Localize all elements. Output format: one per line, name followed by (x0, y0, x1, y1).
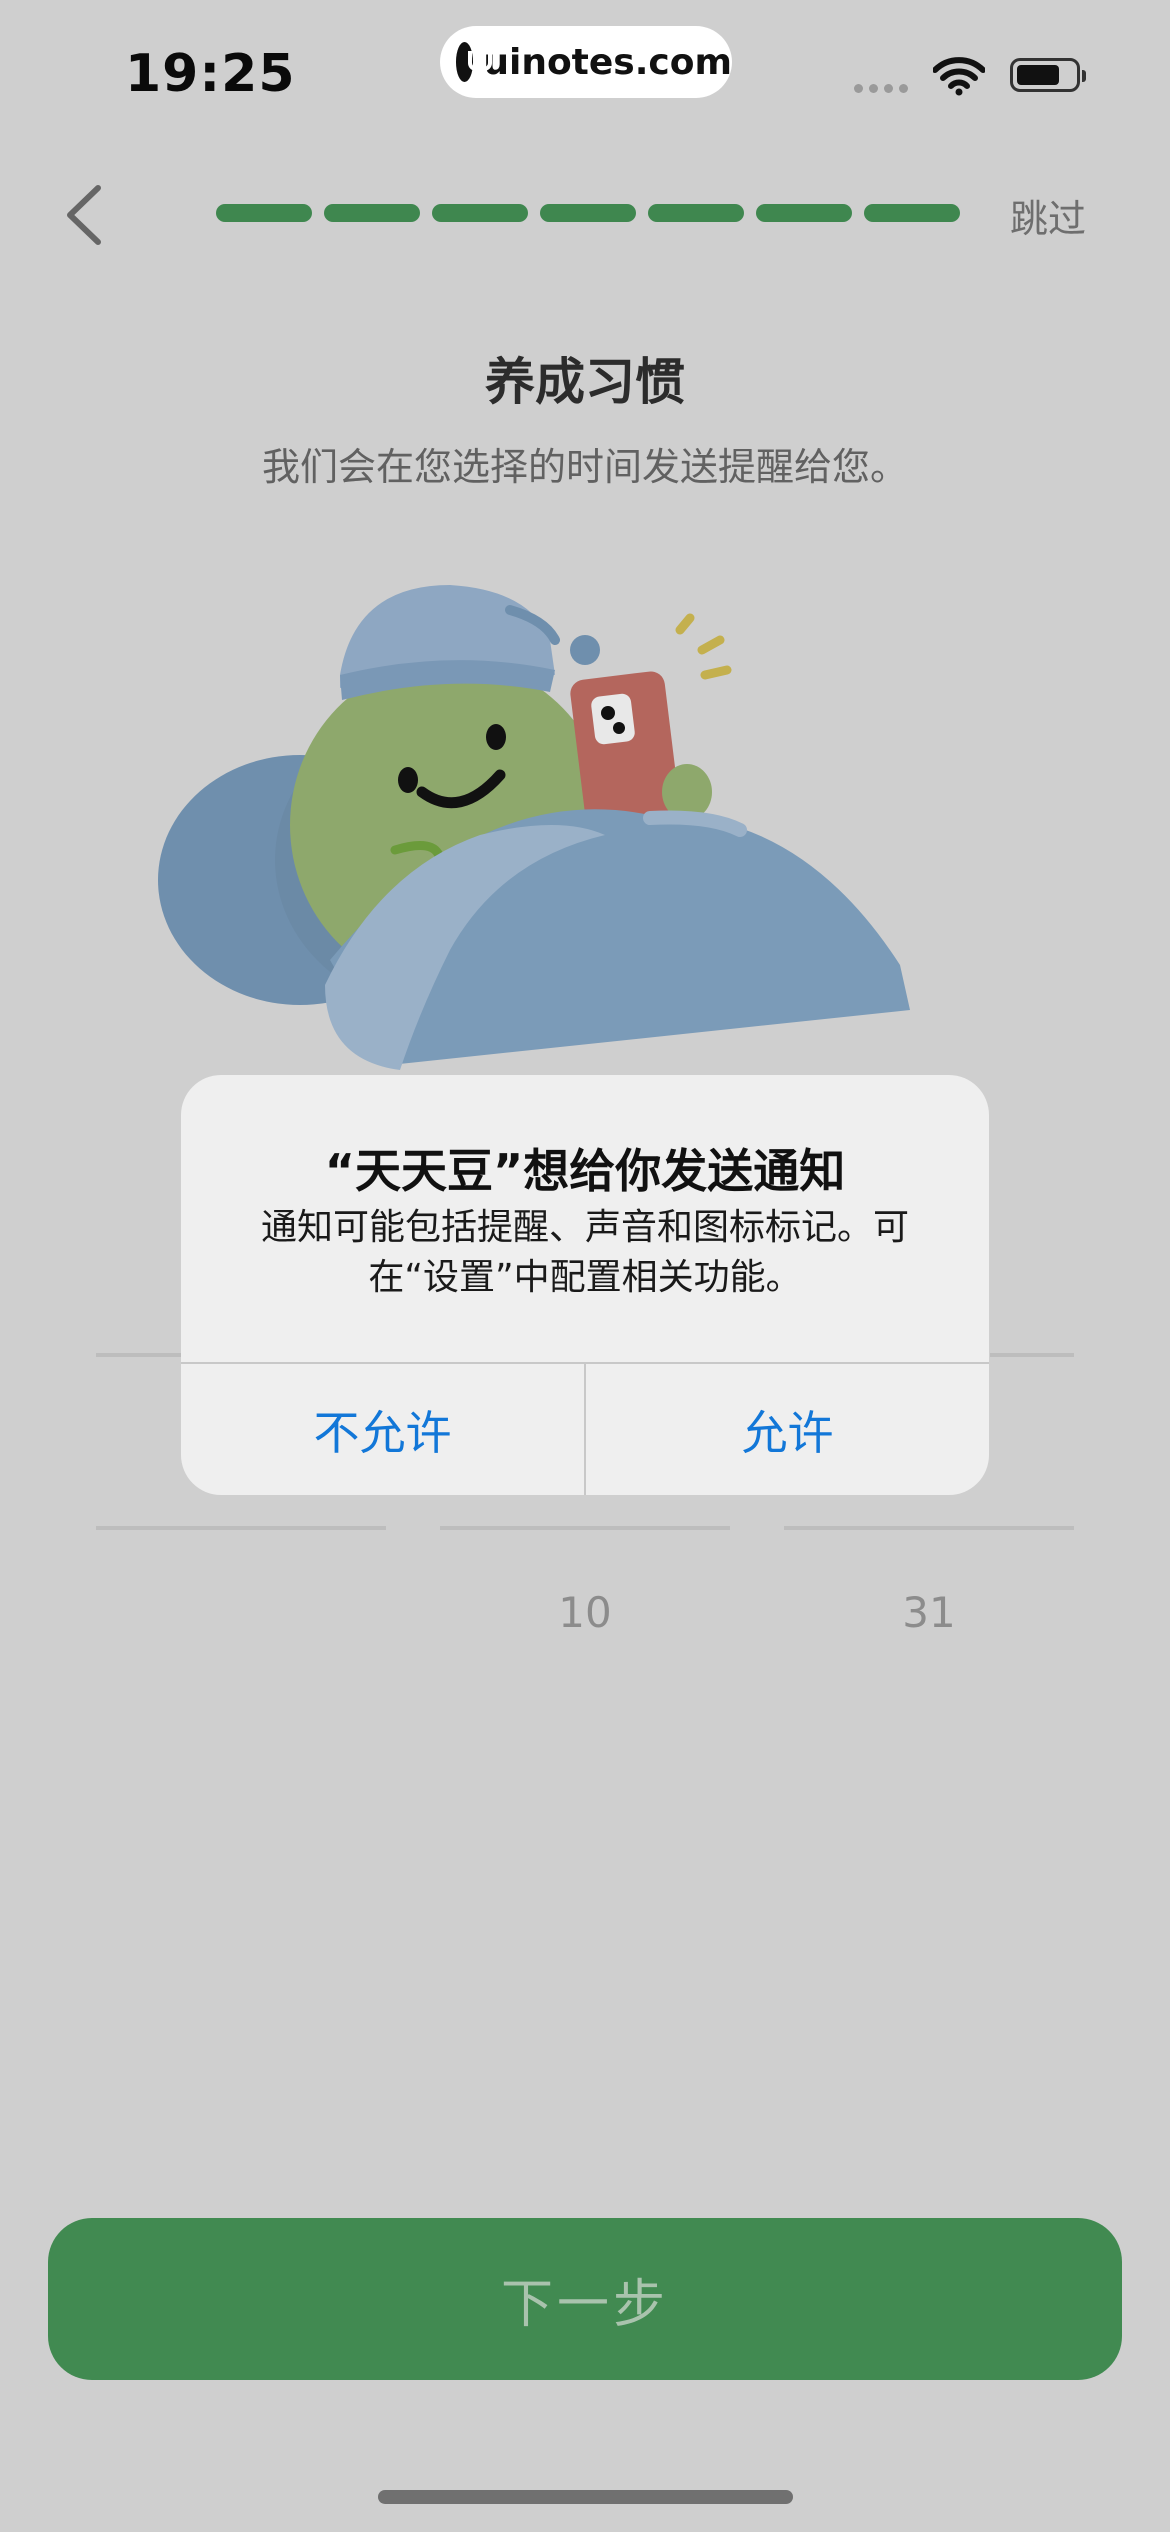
page-subtitle: 我们会在您选择的时间发送提醒给您。 (261, 445, 908, 489)
progress-step (216, 204, 312, 222)
deny-button[interactable]: 不允许 (181, 1364, 584, 1495)
allow-button[interactable]: 允许 (586, 1364, 989, 1495)
picker-separator (96, 1526, 386, 1530)
page-title: 养成习惯 (485, 353, 685, 411)
watermark-badge: uinotes.com (440, 26, 732, 98)
progress-step (540, 204, 636, 222)
onboarding-progress-bar (216, 204, 960, 222)
watermark-logo-icon (456, 42, 493, 82)
bean-in-bed-illustration (158, 585, 910, 1070)
wifi-icon (933, 57, 985, 96)
dialog-message: 通知可能包括提醒、声音和图标标记。可在“设置”中配置相关功能。 (260, 1207, 909, 1298)
home-indicator[interactable] (378, 2490, 793, 2504)
progress-step (864, 204, 960, 222)
progress-step (432, 204, 528, 222)
progress-step (648, 204, 744, 222)
picker-separator (990, 1353, 1074, 1357)
next-step-button[interactable]: 下一步 (48, 2218, 1122, 2380)
picker-day-value[interactable]: 31 (884, 1588, 974, 1637)
cellular-signal-icon (854, 84, 908, 93)
progress-step (324, 204, 420, 222)
picker-separator (440, 1526, 730, 1530)
picker-separator (784, 1526, 1074, 1530)
battery-icon (1010, 58, 1086, 92)
skip-button[interactable]: 跳过 (1010, 188, 1086, 243)
chevron-left-icon[interactable] (60, 180, 120, 250)
picker-minute-value[interactable]: 10 (540, 1588, 630, 1637)
status-time: 19:25 (125, 44, 296, 104)
notification-permission-dialog: “天天豆”想给你发送通知 通知可能包括提醒、声音和图标标记。可在“设置”中配置相… (181, 1075, 989, 1495)
watermark-text: uinotes.com (483, 41, 732, 83)
dialog-title: “天天豆”想给你发送通知 (324, 1144, 846, 1198)
progress-step (756, 204, 852, 222)
